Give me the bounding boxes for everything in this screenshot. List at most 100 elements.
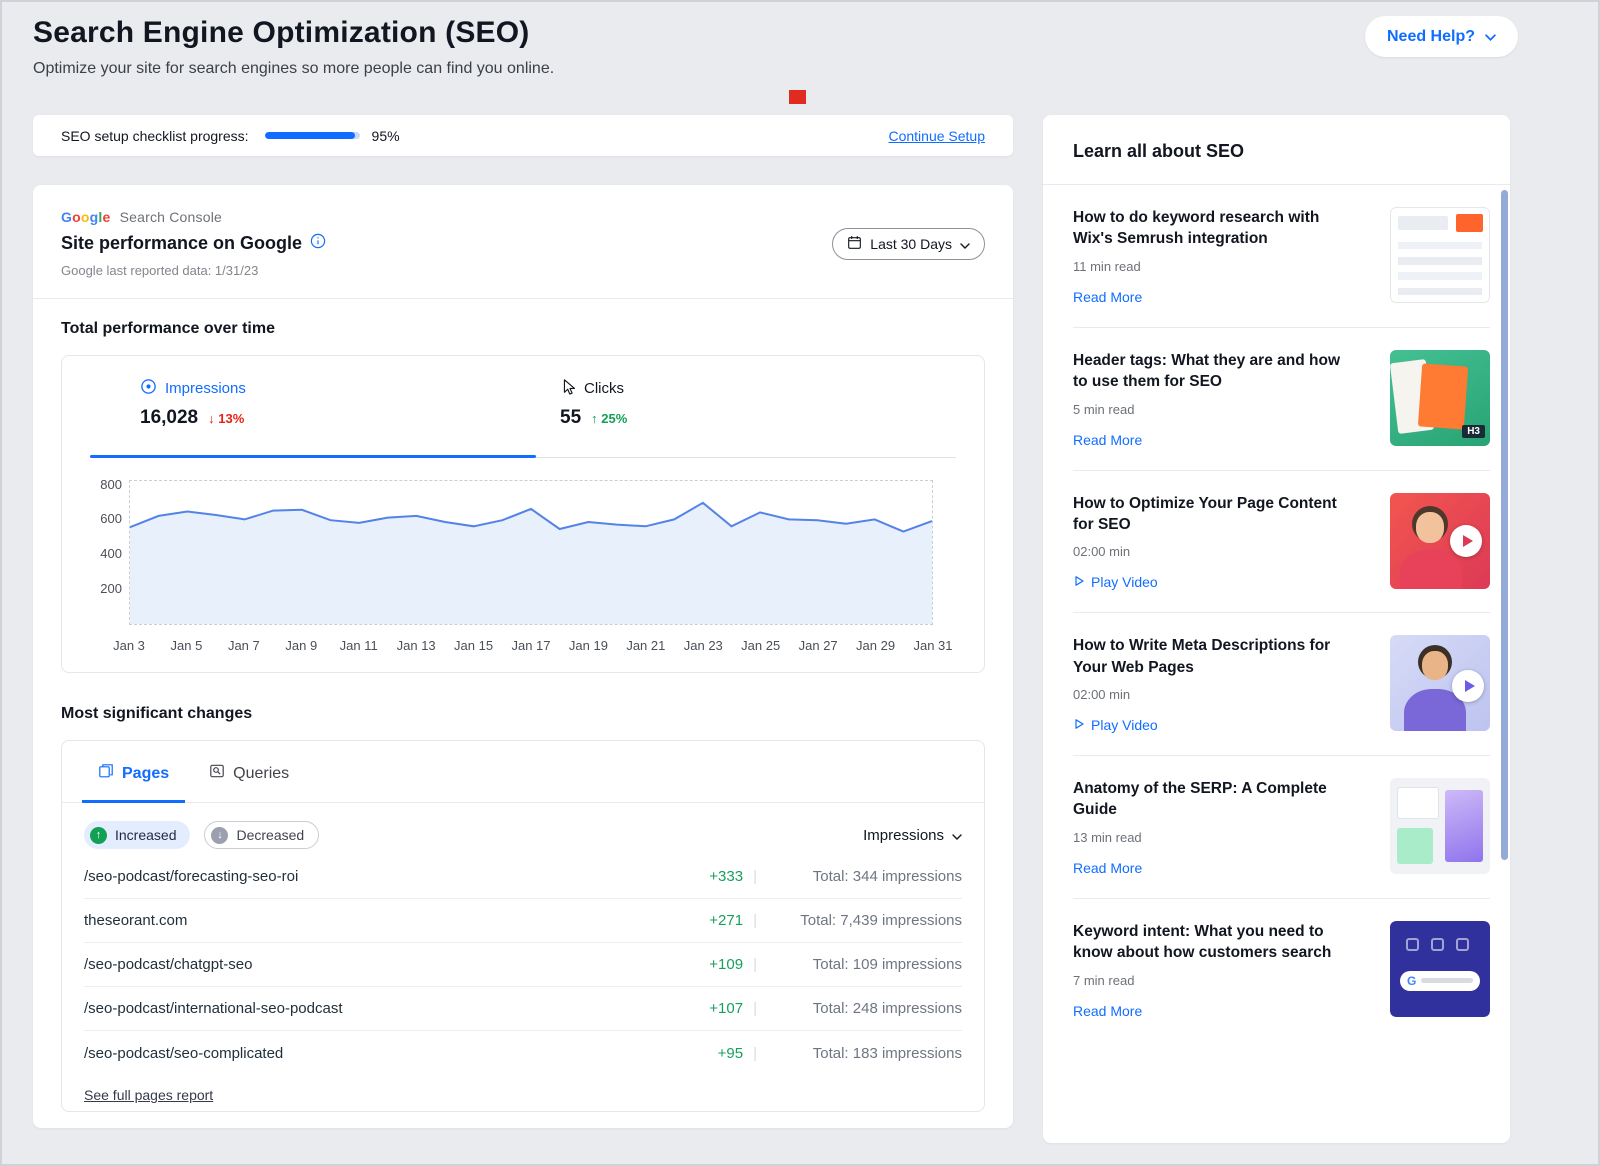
- play-video-link[interactable]: Play Video: [1073, 717, 1357, 733]
- divider: |: [753, 956, 757, 973]
- tab-queries[interactable]: Queries: [193, 763, 305, 803]
- article-thumbnail[interactable]: [1390, 493, 1490, 589]
- full-report-link[interactable]: See full pages report: [84, 1087, 213, 1103]
- date-range-label: Last 30 Days: [870, 236, 952, 252]
- x-tick-label: Jan 23: [684, 638, 723, 653]
- clicks-icon: [560, 378, 576, 399]
- metric-name: Impressions: [165, 380, 246, 397]
- changes-section-title: Most significant changes: [61, 705, 252, 723]
- page-path: /seo-podcast/international-seo-podcast: [84, 1000, 343, 1017]
- list-item: How to Write Meta Descriptions for Your …: [1073, 613, 1490, 756]
- page-path: theseorant.com: [84, 912, 187, 929]
- y-tick-label: 800: [100, 477, 122, 492]
- list-item: How to Optimize Your Page Content for SE…: [1073, 471, 1490, 614]
- read-more-link[interactable]: Read More: [1073, 1003, 1357, 1019]
- changes-table: /seo-podcast/forecasting-seo-roi+333|Tot…: [84, 855, 962, 1075]
- sort-dropdown[interactable]: Impressions: [863, 827, 962, 844]
- page-path: /seo-podcast/forecasting-seo-roi: [84, 868, 298, 885]
- metric-tabs: Impressions16,028↓ 13%Clicks55↑ 25%: [90, 356, 956, 458]
- article-title: How to Optimize Your Page Content for SE…: [1073, 493, 1357, 536]
- console-title: Site performance on Google: [61, 233, 302, 254]
- filter-chip-increased[interactable]: ↑Increased: [84, 821, 190, 849]
- change-value: +109: [691, 956, 743, 973]
- metric-name: Clicks: [584, 380, 624, 397]
- article-thumbnail[interactable]: [1390, 635, 1490, 731]
- article-meta: 7 min read: [1073, 973, 1357, 988]
- play-icon: [1450, 525, 1482, 557]
- impressions-icon: [140, 378, 157, 399]
- date-range-dropdown[interactable]: Last 30 Days: [832, 228, 985, 260]
- x-tick-label: Jan 19: [569, 638, 608, 653]
- changes-tabs: PagesQueries: [62, 741, 984, 803]
- page-subtitle: Optimize your site for search engines so…: [33, 60, 554, 78]
- y-tick-label: 600: [100, 511, 122, 526]
- setup-progress-card: SEO setup checklist progress: 95% Contin…: [33, 115, 1013, 156]
- page-header: Search Engine Optimization (SEO) Optimiz…: [33, 16, 554, 78]
- divider: |: [753, 1000, 757, 1017]
- progress-label: SEO setup checklist progress:: [61, 128, 249, 144]
- recording-artifact: [789, 90, 806, 104]
- scrollbar-thumb[interactable]: [1501, 190, 1508, 860]
- list-item: Keyword intent: What you need to know ab…: [1073, 899, 1490, 1041]
- info-icon[interactable]: [310, 233, 326, 254]
- metric-value: 16,028: [140, 407, 198, 429]
- x-tick-label: Jan 7: [228, 638, 260, 653]
- x-tick-label: Jan 31: [913, 638, 952, 653]
- metric-value: 55: [560, 407, 581, 429]
- chart-x-axis: Jan 3Jan 5Jan 7Jan 9Jan 11Jan 13Jan 15Ja…: [129, 638, 933, 656]
- play-video-link[interactable]: Play Video: [1073, 574, 1357, 590]
- up-arrow-icon: ↑: [90, 827, 107, 844]
- article-meta: 02:00 min: [1073, 544, 1357, 559]
- read-more-link[interactable]: Read More: [1073, 289, 1357, 305]
- continue-setup-link[interactable]: Continue Setup: [888, 128, 985, 144]
- chevron-down-icon: [960, 236, 970, 252]
- x-tick-label: Jan 29: [856, 638, 895, 653]
- impressions-line-chart: [129, 480, 933, 625]
- divider: |: [753, 1045, 757, 1062]
- article-list: How to do keyword research with Wix's Se…: [1043, 185, 1510, 1041]
- tab-pages[interactable]: Pages: [82, 763, 185, 803]
- chevron-down-icon: [952, 827, 962, 844]
- x-tick-label: Jan 15: [454, 638, 493, 653]
- x-tick-label: Jan 25: [741, 638, 780, 653]
- divider: |: [753, 868, 757, 885]
- total-impressions: Total: 344 impressions: [767, 868, 962, 885]
- read-more-link[interactable]: Read More: [1073, 860, 1357, 876]
- significant-changes-card: PagesQueries ↑Increased ↓ Decreased Impres…: [61, 740, 985, 1112]
- down-arrow-icon: ↓: [211, 827, 228, 844]
- learn-sidebar: Learn all about SEO How to do keyword re…: [1043, 115, 1510, 1143]
- last-reported-text: Google last reported data: 1/31/23: [61, 263, 258, 278]
- read-more-link[interactable]: Read More: [1073, 432, 1357, 448]
- article-thumbnail[interactable]: H3: [1390, 350, 1490, 446]
- article-meta: 13 min read: [1073, 830, 1357, 845]
- play-icon: [1073, 717, 1085, 733]
- article-title: Header tags: What they are and how to us…: [1073, 350, 1357, 393]
- change-value: +107: [691, 1000, 743, 1017]
- metric-tab-impressions[interactable]: Impressions16,028↓ 13%: [90, 356, 536, 458]
- need-help-button[interactable]: Need Help?: [1365, 16, 1518, 57]
- progress-fill: [265, 132, 355, 139]
- article-title: How to do keyword research with Wix's Se…: [1073, 207, 1357, 250]
- metric-tab-clicks[interactable]: Clicks55↑ 25%: [536, 356, 956, 458]
- article-title: Anatomy of the SERP: A Complete Guide: [1073, 778, 1357, 821]
- table-row: theseorant.com+271|Total: 7,439 impressi…: [84, 899, 962, 943]
- list-item: Anatomy of the SERP: A Complete Guide 13 …: [1073, 756, 1490, 899]
- pages-icon: [98, 763, 114, 784]
- y-tick-label: 400: [100, 546, 122, 561]
- article-thumbnail[interactable]: [1390, 207, 1490, 303]
- up-arrow-icon: ↑: [591, 411, 598, 426]
- performance-section-title: Total performance over time: [61, 320, 275, 338]
- need-help-label: Need Help?: [1387, 28, 1475, 46]
- filter-chip-decreased[interactable]: ↓ Decreased: [204, 821, 319, 849]
- filter-chips: ↑Increased ↓ Decreased: [84, 821, 319, 849]
- x-tick-label: Jan 5: [171, 638, 203, 653]
- x-tick-label: Jan 17: [511, 638, 550, 653]
- setup-progress-bar: [265, 132, 360, 139]
- change-value: +95: [691, 1045, 743, 1062]
- chip-label: Decreased: [236, 827, 304, 843]
- article-thumbnail[interactable]: [1390, 778, 1490, 874]
- total-impressions: Total: 248 impressions: [767, 1000, 962, 1017]
- article-thumbnail[interactable]: G: [1390, 921, 1490, 1017]
- x-tick-label: Jan 21: [626, 638, 665, 653]
- google-g-icon: G: [1407, 974, 1416, 988]
